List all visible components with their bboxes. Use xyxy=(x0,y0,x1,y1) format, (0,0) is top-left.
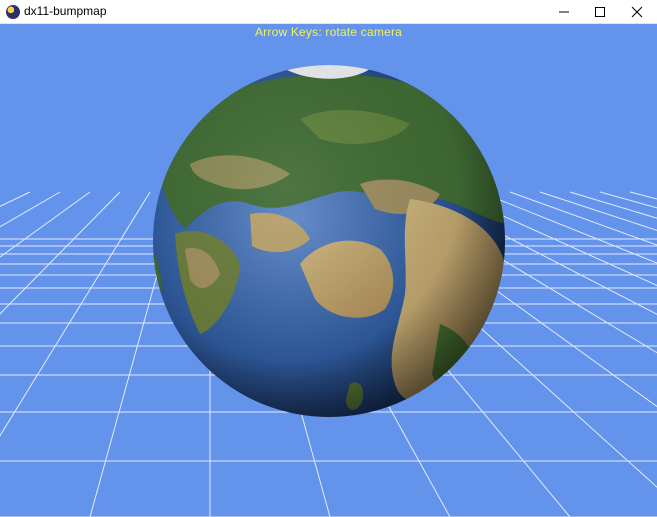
close-icon xyxy=(631,6,643,18)
minimize-button[interactable] xyxy=(544,0,584,24)
title-bar[interactable]: dx11-bumpmap xyxy=(0,0,657,24)
earth-globe xyxy=(153,65,505,417)
instruction-text: Arrow Keys: rotate camera xyxy=(254,25,403,39)
render-viewport[interactable]: Arrow Keys: rotate camera xyxy=(0,24,657,517)
scene xyxy=(0,65,657,517)
app-icon xyxy=(6,5,20,19)
window-title: dx11-bumpmap xyxy=(24,4,107,18)
app-window: dx11-bumpmap Arrow Keys: rotate camera xyxy=(0,0,657,517)
maximize-button[interactable] xyxy=(580,0,620,24)
close-button[interactable] xyxy=(617,0,657,24)
minimize-icon xyxy=(559,11,569,13)
maximize-icon xyxy=(595,7,605,17)
